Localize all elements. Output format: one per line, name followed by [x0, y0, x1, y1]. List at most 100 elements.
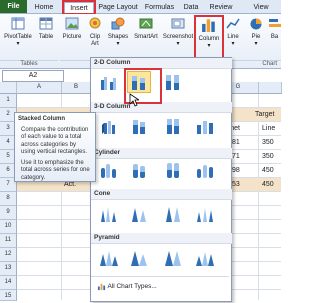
cell-target[interactable]: Target	[255, 108, 274, 121]
pie-chart-icon	[250, 18, 262, 30]
3d-clustered-column-icon	[102, 121, 115, 134]
tooltip-description: Compare the contribution of each value t…	[21, 126, 89, 156]
tab-formulas[interactable]: Formulas	[143, 2, 176, 13]
stacked-column-tooltip: Stacked Column Compare the contribution …	[14, 112, 96, 182]
pivottable-button[interactable]: PivotTable ▾	[2, 17, 34, 48]
3d-cylinder-option[interactable]	[193, 159, 217, 181]
tab-insert[interactable]: Insert	[64, 2, 94, 14]
row-header[interactable]: 1	[0, 94, 17, 108]
clip-art-button[interactable]: Clip Art	[86, 17, 104, 48]
cell-h4[interactable]: 350	[262, 150, 274, 163]
cell-h7[interactable]: 450	[262, 178, 274, 191]
3d-pyramid-icon	[196, 252, 214, 266]
clustered-pyramid-option[interactable]	[97, 247, 121, 269]
3d-cone-icon	[197, 208, 213, 222]
row-header[interactable]: 13	[0, 262, 17, 276]
100-stacked-cylinder-option[interactable]	[161, 159, 185, 181]
cell-line[interactable]: Line	[262, 122, 275, 135]
100-stacked-column-option[interactable]	[161, 71, 185, 93]
table-button[interactable]: Table	[36, 17, 56, 41]
3d-cone-option[interactable]	[193, 203, 217, 225]
tab-file[interactable]: File	[0, 0, 27, 13]
3d-pyramid-option[interactable]	[193, 247, 217, 269]
clustered-cone-option[interactable]	[97, 203, 121, 225]
bar-chart-button[interactable]: Ba	[268, 17, 281, 41]
stacked-cone-option[interactable]	[127, 203, 151, 225]
3d-cylinder-icon	[197, 165, 213, 178]
section-2d-column: 2-D Column	[91, 58, 232, 69]
row-header[interactable]: 12	[0, 248, 17, 262]
row-header[interactable]: 8	[0, 192, 17, 206]
all-chart-types-item[interactable]: All Chart Types...	[97, 280, 157, 294]
column-header-b[interactable]: B	[62, 82, 91, 94]
stacked-cylinder-option[interactable]	[127, 159, 151, 181]
clustered-cylinder-icon	[101, 164, 116, 178]
section-cone: Cone	[91, 189, 232, 200]
row-header[interactable]: 14	[0, 276, 17, 290]
column-header-a[interactable]: A	[17, 82, 62, 94]
column-header-h[interactable]	[259, 82, 282, 94]
mouse-cursor-icon	[129, 93, 139, 107]
3d-column-option[interactable]	[193, 115, 217, 137]
cell-h3[interactable]: 350	[262, 136, 274, 149]
line-chart-button[interactable]: Line ▾	[224, 17, 242, 48]
tab-data[interactable]: Data	[181, 2, 201, 13]
3d-stacked-column-option[interactable]	[127, 115, 151, 137]
clustered-pyramid-icon	[100, 251, 118, 266]
stacked-pyramid-option[interactable]	[127, 247, 151, 269]
3d-clustered-column-option[interactable]	[97, 115, 121, 137]
row-header[interactable]: 11	[0, 234, 17, 248]
all-chart-types-icon	[97, 283, 106, 290]
bar-chart-icon	[269, 19, 281, 27]
100-stacked-pyramid-icon	[165, 251, 181, 266]
menu-divider	[91, 276, 229, 277]
tab-view[interactable]: View	[241, 2, 281, 13]
smartart-button[interactable]: SmartArt	[131, 17, 161, 41]
tooltip-title: Stacked Column	[18, 116, 66, 122]
row-header[interactable]: 9	[0, 206, 17, 220]
screenshot-button[interactable]: Screenshot ▾	[162, 17, 194, 48]
line-chart-icon	[226, 18, 240, 29]
3d-column-icon	[197, 121, 213, 134]
clip-art-icon	[89, 17, 101, 29]
group-label-tables: Tables	[0, 60, 58, 69]
section-cylinder: Cylinder	[91, 148, 232, 159]
section-3d-column: 3-D Column	[91, 102, 232, 113]
cell-g3[interactable]: 81	[232, 136, 240, 149]
cell-h6[interactable]: 450	[262, 164, 274, 177]
cell-g7[interactable]: 53	[232, 178, 240, 191]
100-stacked-cone-icon	[166, 207, 180, 222]
smartart-icon	[139, 18, 153, 29]
100-stacked-pyramid-option[interactable]	[161, 247, 185, 269]
clustered-cone-icon	[101, 207, 116, 222]
picture-button[interactable]: Picture	[61, 17, 83, 41]
gridline	[258, 94, 259, 300]
pie-chart-button[interactable]: Pie ▾	[247, 17, 265, 48]
select-all-corner[interactable]	[0, 82, 17, 94]
tab-home[interactable]: Home	[31, 2, 57, 13]
stacked-column-option[interactable]	[127, 71, 151, 93]
shapes-button[interactable]: Shapes ▾	[106, 17, 130, 48]
name-box[interactable]: A2	[2, 70, 64, 82]
table-icon	[39, 17, 53, 30]
column-chart-dropdown: 2-D Column 3-D Column Cylinder Cone Pyra…	[90, 57, 232, 302]
clustered-column-option[interactable]	[97, 71, 121, 93]
3d-stacked-column-icon	[133, 120, 145, 134]
3d-100-stacked-column-icon	[167, 119, 179, 134]
pivottable-icon	[11, 17, 25, 30]
cell-g4[interactable]: 71	[232, 150, 240, 163]
row-header[interactable]: 10	[0, 220, 17, 234]
100-stacked-column-icon	[166, 75, 179, 90]
100-stacked-cone-option[interactable]	[161, 203, 185, 225]
row-header[interactable]: 15	[0, 290, 17, 301]
column-chart-button[interactable]: Column ▾	[196, 17, 222, 50]
tab-page-layout[interactable]: Page Layout	[98, 2, 138, 13]
3d-100-stacked-column-option[interactable]	[161, 115, 185, 137]
cell-g6[interactable]: 98	[232, 164, 240, 177]
clustered-cylinder-option[interactable]	[97, 159, 121, 181]
100-stacked-cylinder-icon	[167, 163, 179, 178]
tab-review[interactable]: Review	[207, 2, 235, 13]
stacked-cone-icon	[132, 208, 146, 222]
stacked-cylinder-icon	[133, 164, 145, 178]
picture-icon	[65, 17, 79, 30]
